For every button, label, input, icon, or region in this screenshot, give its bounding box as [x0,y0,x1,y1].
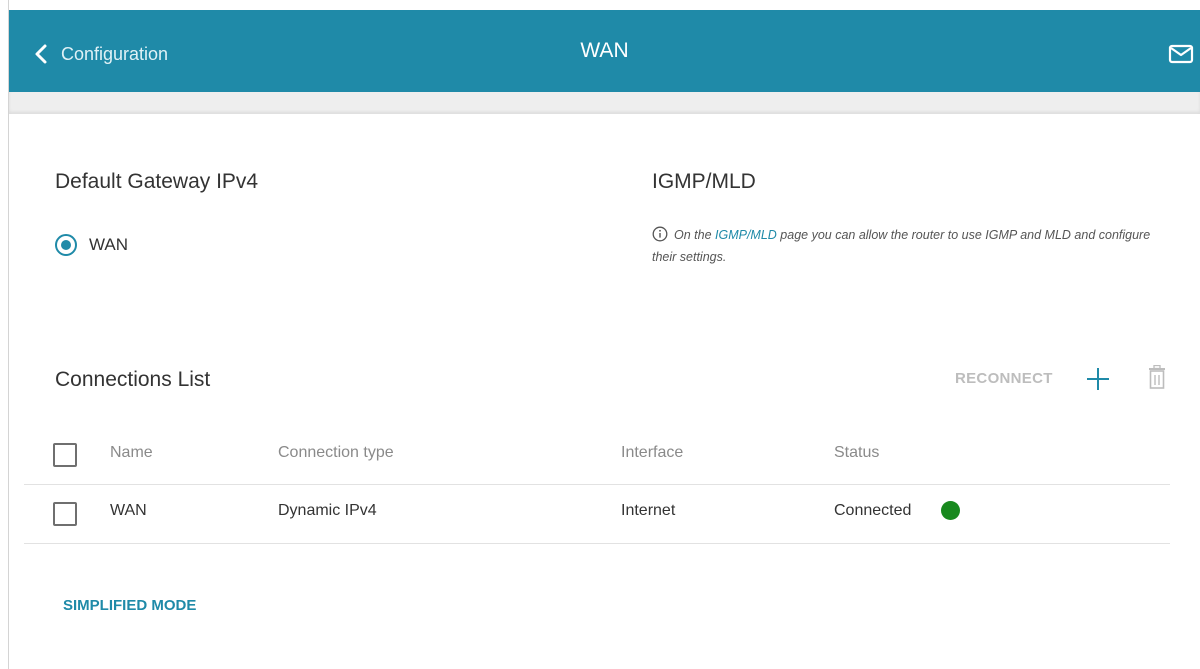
gateway-radio-label: WAN [89,235,129,254]
table-divider [24,484,1170,485]
left-border [0,0,9,669]
cell-connection-type: Dynamic IPv4 [278,502,377,519]
column-header-interface: Interface [621,444,684,461]
reconnect-button[interactable]: RECONNECT [955,370,1053,387]
info-icon [652,226,668,242]
app-frame: Configuration WAN Default Gateway IPv4 W… [0,0,1200,669]
header-bar: Configuration WAN [9,10,1200,92]
simplified-mode-button[interactable]: SIMPLIFIED MODE [63,597,196,614]
header-shadow-band [9,92,1200,114]
default-gateway-title: Default Gateway IPv4 [55,170,259,193]
row-checkbox[interactable] [53,502,77,526]
radio-button-icon [55,234,77,256]
info-prefix: On the [674,228,715,242]
cell-interface: Internet [621,502,676,519]
column-header-status: Status [834,444,880,461]
igmp-title: IGMP/MLD [652,170,756,193]
gateway-radio-wan[interactable]: WAN [55,234,128,256]
table-divider [24,543,1170,544]
mail-icon[interactable] [1168,44,1194,64]
connections-list-title: Connections List [55,368,211,391]
page-title: WAN [580,39,629,62]
cell-status: Connected [834,502,912,519]
select-all-checkbox[interactable] [53,443,77,467]
column-header-name: Name [110,444,153,461]
add-icon[interactable] [1085,366,1111,392]
igmp-info-text: On the IGMP/MLD page you can allow the r… [652,224,1162,268]
column-header-connection-type: Connection type [278,444,394,461]
igmp-mld-link[interactable]: IGMP/MLD [715,228,777,242]
status-connected-indicator [941,501,960,520]
trash-icon[interactable] [1148,365,1166,391]
cell-name: WAN [110,502,147,519]
